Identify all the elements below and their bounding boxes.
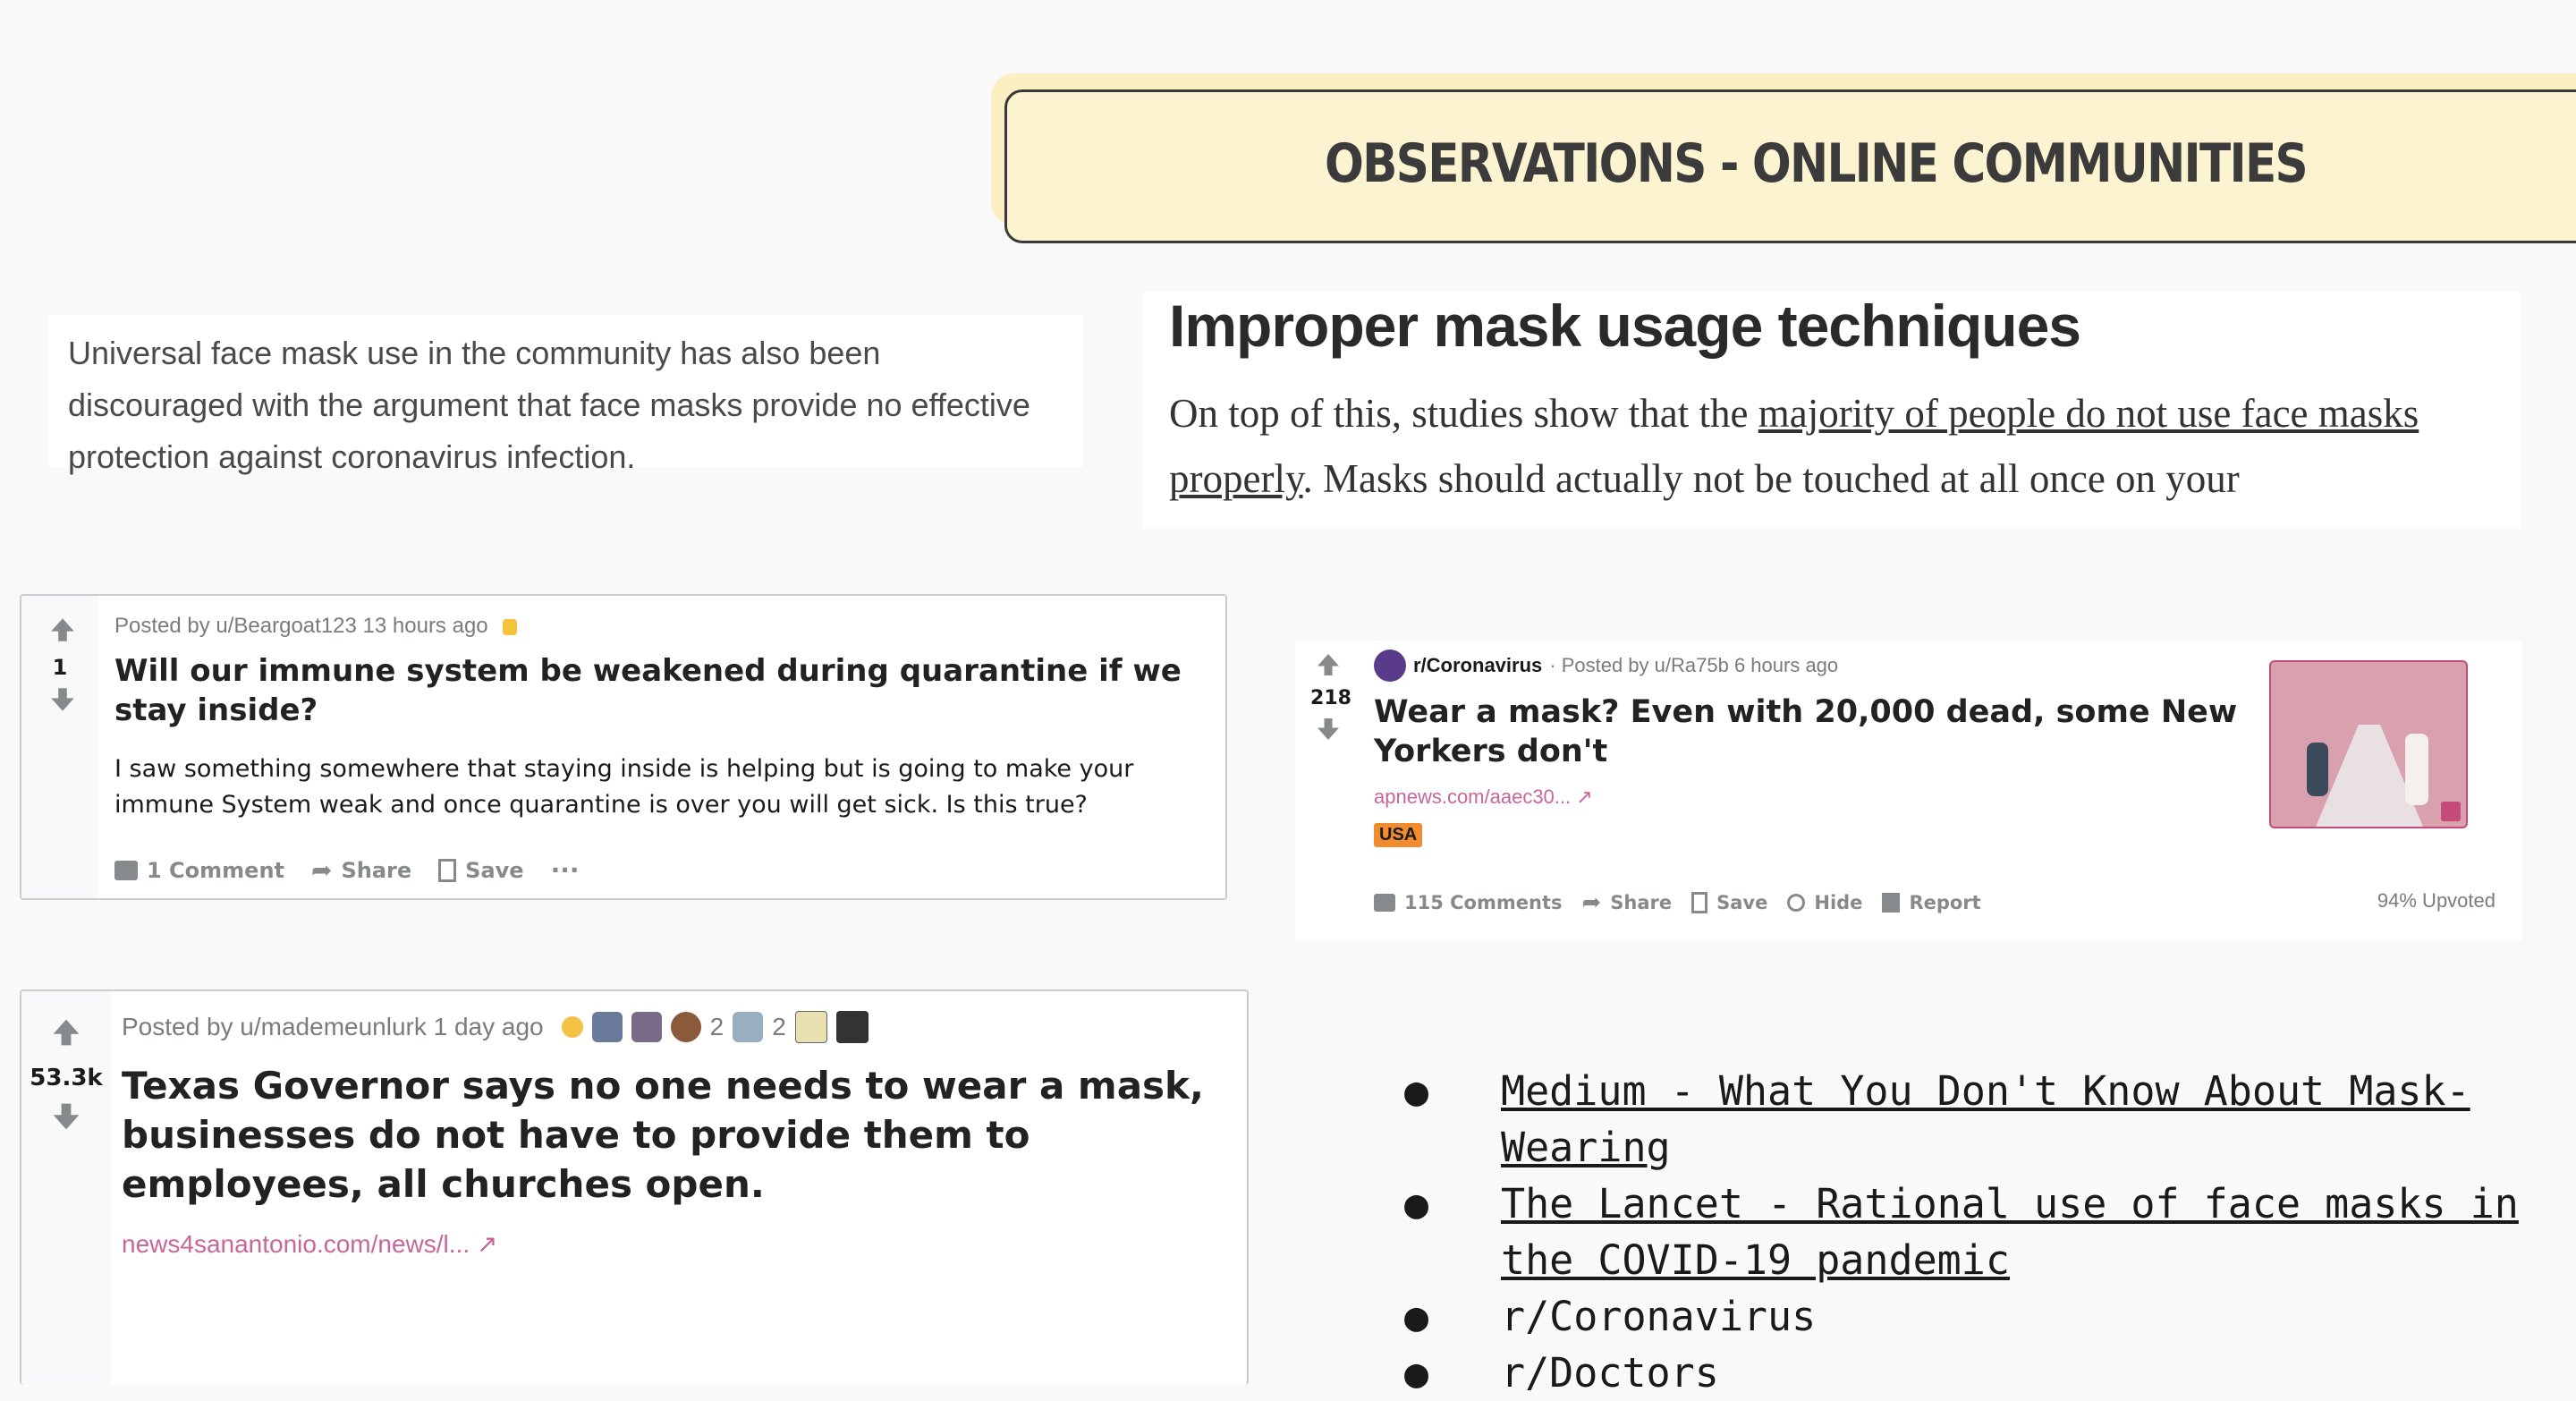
hide-label: Hide [1814,892,1863,913]
subreddit-avatar-icon [1374,650,1406,682]
comment-icon [1374,894,1395,912]
share-label: Share [1610,892,1673,913]
external-link[interactable]: news4sanantonio.com/news/l... ↗ [122,1229,497,1259]
award-icon[interactable] [733,1012,764,1042]
post-actions: 1 Comment ➦ Share Save ··· [114,855,580,885]
post-title[interactable]: Wear a mask? Even with 20,000 dead, some… [1374,692,2268,771]
award-icon[interactable] [670,1012,701,1042]
save-label: Save [1716,892,1768,913]
thumbnail-cyclist [2307,743,2328,796]
vote-column: 53.3k [21,991,111,1385]
post-meta-text: · Posted by u/Ra75b 6 hours ago [1549,654,1839,676]
article-heading: Improper mask usage techniques [1169,293,2081,359]
reddit-post-immune[interactable]: 1 Posted by u/Beargoat123 13 hours ago W… [20,594,1227,900]
post-body: I saw something somewhere that staying i… [114,755,1134,819]
subreddit-link[interactable]: r/Coronavirus [1413,654,1542,677]
vote-column: 1 [21,596,98,898]
upvote-ratio: 94% Upvoted [2377,889,2496,912]
external-link-icon: ↗ [476,1230,498,1258]
hide-icon [1787,894,1806,912]
bookmark-icon [438,858,457,882]
reference-item: ● r/Doctors [1404,1345,2558,1401]
award-icon[interactable] [631,1012,662,1042]
external-link-icon: ↗ [1576,785,1593,808]
more-icon: ··· [550,855,580,885]
share-button[interactable]: ➦ Share [311,855,411,885]
quote-text: Universal face mask use in the community… [68,335,1030,475]
downvote-icon[interactable] [1315,716,1342,743]
downvote-icon[interactable] [48,685,77,714]
lock-icon [503,618,518,635]
comments-button[interactable]: 115 Comments [1374,892,1562,913]
save-button[interactable]: Save [1691,892,1767,913]
post-meta-text: Posted by u/mademeunlurk 1 day ago [122,1013,544,1040]
report-label: Report [1909,892,1981,913]
flair-badge[interactable]: USA [1374,823,1423,847]
post-meta-text: Posted by u/Beargoat123 13 hours ago [114,614,488,638]
comments-label: 1 Comment [147,857,285,883]
post-title[interactable]: Texas Governor says no one needs to wear… [122,1061,1231,1209]
reference-link-medium[interactable]: Medium - What You Don't Know About Mask-… [1501,1067,2470,1171]
reddit-post-texas[interactable]: 53.3k Posted by u/mademeunlurk 1 day ago… [20,989,1249,1385]
bookmark-icon [1691,892,1708,913]
post-thumbnail[interactable] [2269,660,2468,828]
award-count: 2 [709,1013,724,1040]
quote-block: Universal face mask use in the community… [48,315,1083,475]
post-meta: Posted by u/mademeunlurk 1 day ago 2 2 [122,1011,869,1043]
article-body: On top of this, studies show that the ma… [1169,381,2511,512]
award-count: 2 [772,1013,786,1040]
bullet: ● [1404,1293,1429,1340]
reference-list: ● Medium - What You Don't Know About Mask… [1404,1063,2558,1401]
downvote-icon[interactable] [50,1100,82,1133]
report-button[interactable]: Report [1882,892,1981,913]
upvote-icon[interactable] [48,616,77,644]
external-link-text: news4sanantonio.com/news/l... [122,1230,470,1258]
award-icon[interactable] [561,1016,583,1038]
hide-button[interactable]: Hide [1787,892,1862,913]
save-button[interactable]: Save [438,857,524,883]
comment-icon [114,860,138,880]
vote-column: 218 [1295,641,1367,941]
flag-icon [1882,893,1901,913]
share-label: Share [341,857,412,883]
external-link-icon [2441,802,2461,821]
post-meta: r/Coronavirus · Posted by u/Ra75b 6 hour… [1374,650,1838,682]
reference-text-coronavirus: r/Coronavirus [1501,1293,1817,1340]
bullet: ● [1404,1349,1429,1397]
article-body-end: . Masks should actually not be touched a… [1302,456,2240,501]
award-icon[interactable] [591,1012,623,1042]
article-body-start: On top of this, studies show that the [1169,391,1758,436]
article-excerpt: Improper mask usage techniques On top of… [1143,292,2521,529]
reference-item[interactable]: ● Medium - What You Don't Know About Mask… [1404,1063,2558,1176]
bullet: ● [1404,1067,1429,1115]
upvote-icon[interactable] [1315,651,1342,678]
save-label: Save [465,857,524,883]
award-icon[interactable] [794,1011,827,1043]
page-title: OBSERVATIONS - ONLINE COMMUNITIES [1325,132,2309,195]
more-options-button[interactable]: ··· [551,855,580,885]
post-meta: Posted by u/Beargoat123 13 hours ago [114,614,518,639]
post-actions: 115 Comments ➦ Share Save Hide Report [1374,889,1981,916]
upvote-icon[interactable] [50,1016,82,1049]
vote-count: 53.3k [30,1065,103,1091]
vote-count: 218 [1310,687,1352,709]
share-icon: ➦ [1581,889,1602,916]
bullet: ● [1404,1180,1429,1227]
share-button[interactable]: ➦ Share [1581,889,1672,916]
reference-link-lancet[interactable]: The Lancet - Rational use of face masks … [1501,1180,2519,1284]
reference-item[interactable]: ● The Lancet - Rational use of face masks… [1404,1176,2558,1288]
comments-button[interactable]: 1 Comment [114,858,284,883]
reference-item: ● r/Coronavirus [1404,1288,2558,1345]
external-link[interactable]: apnews.com/aaec30... ↗ [1374,785,1593,809]
vote-count: 1 [52,655,68,680]
thumbnail-person [2405,734,2428,805]
share-icon: ➦ [311,855,333,885]
comments-label: 115 Comments [1404,892,1563,913]
external-link-text: apnews.com/aaec30... [1374,785,1572,808]
post-title[interactable]: Will our immune system be weakened durin… [114,651,1188,730]
award-icon[interactable] [835,1011,869,1043]
